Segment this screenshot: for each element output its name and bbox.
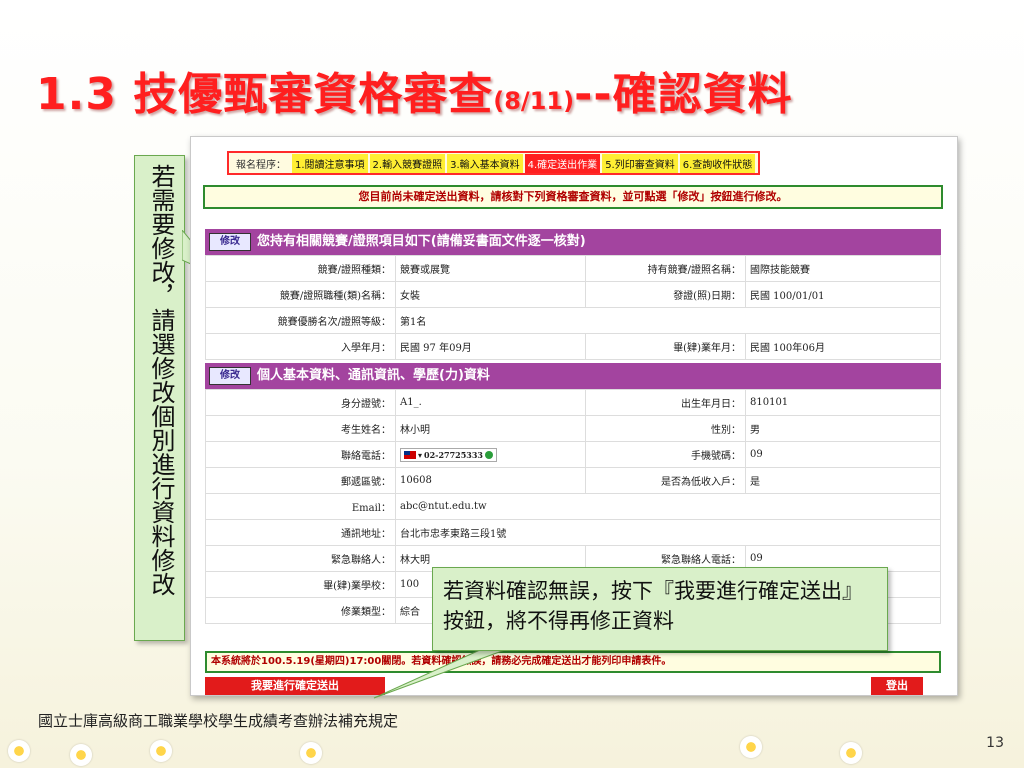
table-row: 聯絡電話： ▾ 02-27725333 手機號碼： 09 — [205, 441, 941, 468]
flower-icon — [740, 736, 762, 758]
field-label: 郵遞區號： — [205, 467, 396, 494]
table-row: 競賽/證照職種(類)名稱： 女裝 發證(照)日期： 民國 100/01/01 — [205, 281, 941, 308]
table-row: 通訊地址： 台北市忠孝東路三段1號 — [205, 519, 941, 546]
step-1[interactable]: 1.閱讀注意事項 — [292, 153, 368, 173]
step-4[interactable]: 4.確定送出作業 — [524, 153, 601, 173]
field-value: 是 — [745, 467, 941, 494]
field-label: 競賽/證照種類： — [205, 255, 396, 282]
field-label: 通訊地址： — [205, 519, 396, 546]
field-value: 09 — [745, 441, 941, 468]
field-value: 台北市忠孝東路三段1號 — [395, 519, 941, 546]
registration-steps: 報名程序： 1.閱讀注意事項 2.輸入競賽證照 3.輸入基本資料 4.確定送出作… — [227, 151, 761, 175]
field-label: 入學年月： — [205, 333, 396, 360]
dropdown-arrow-icon: ▾ — [418, 449, 423, 460]
flower-icon — [70, 744, 92, 766]
field-value: A1_. — [395, 389, 586, 416]
phone-number: 02-27725333 — [424, 449, 483, 460]
step-6[interactable]: 6.查詢收件狀態 — [679, 153, 756, 173]
field-label: 是否為低收入戶： — [585, 467, 746, 494]
competition-table: 競賽/證照種類： 競賽或展覽 持有競賽/證照名稱： 國際技能競賽 競賽/證照職種… — [205, 255, 941, 360]
field-value: 林小明 — [395, 415, 586, 442]
field-value: 女裝 — [395, 281, 586, 308]
field-label: 身分證號： — [205, 389, 396, 416]
section-competition-header: 修改 您持有相關競賽/證照項目如下(請備妥書面文件逐一核對) — [205, 229, 941, 255]
field-label: Email： — [205, 493, 396, 520]
field-label: 考生姓名： — [205, 415, 396, 442]
field-label: 緊急聯絡人： — [205, 545, 396, 572]
logout-button[interactable]: 登出 — [871, 677, 923, 695]
field-label: 競賽優勝名次/證照等級： — [205, 307, 396, 334]
title-main: 1.3 技優甄審資格審查 — [36, 69, 494, 120]
field-label: 手機號碼： — [585, 441, 746, 468]
table-row: 身分證號： A1_. 出生年月日： 810101 — [205, 389, 941, 416]
edit-competition-button[interactable]: 修改 — [209, 233, 251, 251]
flower-icon — [300, 742, 322, 764]
field-label: 持有競賽/證照名稱： — [585, 255, 746, 282]
step-2[interactable]: 2.輸入競賽證照 — [369, 153, 446, 173]
title-tail: --確認資料 — [574, 69, 793, 120]
field-label: 出生年月日： — [585, 389, 746, 416]
step-5[interactable]: 5.列印審查資料 — [602, 153, 678, 173]
phone-status-icon — [485, 450, 493, 459]
title-sub: (8/11) — [493, 87, 575, 115]
edit-personal-button[interactable]: 修改 — [209, 367, 251, 385]
source-note: 國立士庫高級商工職業學校學生成績考查辦法補充規定 — [38, 712, 399, 730]
table-row: 競賽優勝名次/證照等級： 第1名 — [205, 307, 941, 334]
steps-label: 報名程序： — [236, 159, 286, 171]
taiwan-flag-icon — [404, 450, 416, 459]
confirm-callout: 若資料確認無誤，按下『我要進行確定送出』按鈕，將不得再修正資料 — [432, 567, 888, 651]
section-personal-title: 個人基本資料、通訊資訊、學歷(力)資料 — [257, 368, 490, 383]
step-3[interactable]: 3.輸入基本資料 — [447, 153, 523, 173]
field-value: 競賽或展覽 — [395, 255, 586, 282]
table-row: Email： abc@ntut.edu.tw — [205, 493, 941, 520]
flower-icon — [150, 740, 172, 762]
confirm-submit-button[interactable]: 我要進行確定送出 — [205, 677, 385, 695]
field-label: 競賽/證照職種(類)名稱： — [205, 281, 396, 308]
closing-notice: 本系統將於100.5.19(星期四)17:00關閉。若資料確認無誤，請務必完成確… — [205, 651, 941, 673]
table-row: 郵遞區號： 10608 是否為低收入戶： 是 — [205, 467, 941, 494]
field-label: 聯絡電話： — [205, 441, 396, 468]
section-personal-header: 修改 個人基本資料、通訊資訊、學歷(力)資料 — [205, 363, 941, 389]
phone-widget: ▾ 02-27725333 — [400, 447, 497, 462]
field-value: 國際技能競賽 — [745, 255, 941, 282]
field-label: 畢(肄)業學校： — [205, 571, 396, 598]
field-label: 修業類型： — [205, 597, 396, 624]
vertical-callout: 若需要修改，請選修改個別進行資料修改 — [134, 155, 185, 641]
field-label: 發證(照)日期： — [585, 281, 746, 308]
section-competition-title: 您持有相關競賽/證照項目如下(請備妥書面文件逐一核對) — [257, 234, 586, 249]
field-value: 民國 100年06月 — [745, 333, 941, 360]
field-label: 性別： — [585, 415, 746, 442]
field-value: 第1名 — [395, 307, 941, 334]
field-value: abc@ntut.edu.tw — [395, 493, 941, 520]
notice-banner: 您目前尚未確定送出資料，請核對下列資格審查資料，並可點選「修改」按鈕進行修改。 — [203, 185, 943, 209]
field-label: 畢(肄)業年月： — [585, 333, 746, 360]
table-row: 競賽/證照種類： 競賽或展覽 持有競賽/證照名稱： 國際技能競賽 — [205, 255, 941, 282]
field-value: 民國 100/01/01 — [745, 281, 941, 308]
field-value: 810101 — [745, 389, 941, 416]
field-value: 民國 97 年09月 — [395, 333, 586, 360]
table-row: 考生姓名： 林小明 性別： 男 — [205, 415, 941, 442]
flower-icon — [8, 740, 30, 762]
field-value: ▾ 02-27725333 — [395, 441, 586, 468]
table-row: 入學年月： 民國 97 年09月 畢(肄)業年月： 民國 100年06月 — [205, 333, 941, 360]
slide-title: 1.3 技優甄審資格審查(8/11)--確認資料 — [36, 58, 793, 120]
field-value: 10608 — [395, 467, 586, 494]
page-number: 13 — [986, 735, 1004, 751]
field-value: 男 — [745, 415, 941, 442]
flower-icon — [840, 742, 862, 764]
